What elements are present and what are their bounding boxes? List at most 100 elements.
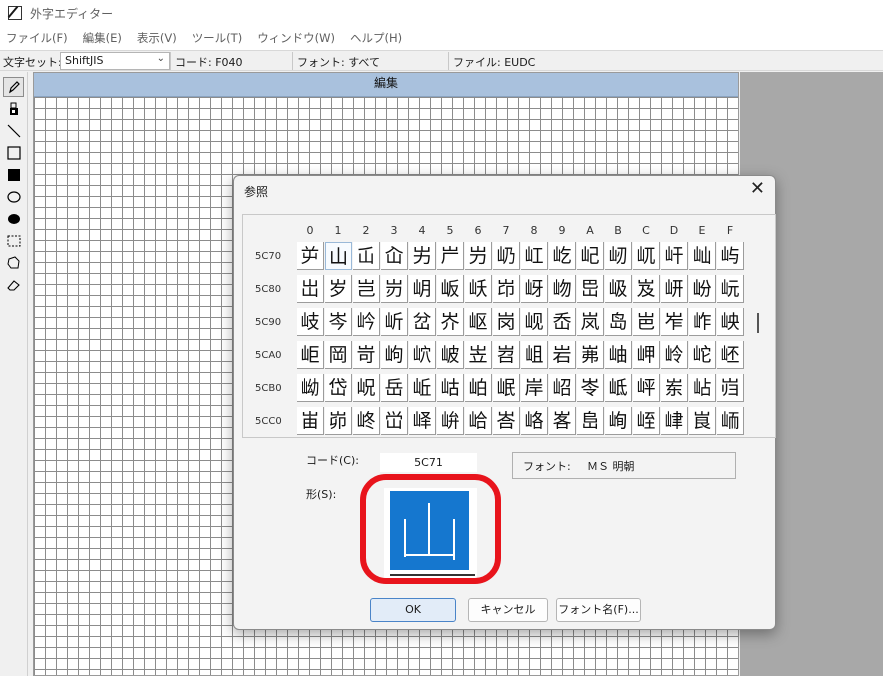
character-cell[interactable]: 屽: [661, 242, 688, 270]
character-cell[interactable]: 岣: [381, 341, 408, 369]
character-cell[interactable]: 屶: [465, 242, 492, 270]
character-cell[interactable]: 岑: [325, 308, 352, 336]
character-cell[interactable]: 岧: [493, 341, 520, 369]
character-cell[interactable]: 岺: [577, 374, 604, 402]
character-cell[interactable]: 岚: [577, 308, 604, 336]
character-cell[interactable]: 屺: [577, 242, 604, 270]
character-cell[interactable]: 峁: [325, 407, 352, 435]
character-cell[interactable]: 岱: [325, 374, 352, 402]
character-cell[interactable]: 岡: [325, 341, 352, 369]
filled-rectangle-tool[interactable]: [3, 165, 24, 185]
freeform-select-tool[interactable]: [3, 253, 24, 273]
character-cell[interactable]: 岒: [353, 308, 380, 336]
character-cell[interactable]: 屳: [381, 242, 408, 270]
character-cell[interactable]: 岗: [493, 308, 520, 336]
character-cell[interactable]: 屰: [297, 242, 324, 270]
character-cell[interactable]: 峊: [577, 407, 604, 435]
character-cell[interactable]: 屾: [689, 242, 716, 270]
character-cell[interactable]: 岳: [381, 374, 408, 402]
character-cell[interactable]: 岟: [717, 308, 744, 336]
character-cell[interactable]: 峎: [689, 407, 716, 435]
scrollbar-thumb[interactable]: [757, 313, 759, 333]
character-cell[interactable]: 岆: [465, 275, 492, 303]
menu-file[interactable]: ファイル(F): [6, 30, 68, 46]
character-cell[interactable]: 岊: [577, 275, 604, 303]
character-cell[interactable]: 屿: [717, 242, 744, 270]
character-cell[interactable]: 岨: [521, 341, 548, 369]
character-cell[interactable]: 岈: [521, 275, 548, 303]
character-cell[interactable]: 岝: [661, 308, 688, 336]
character-cell[interactable]: 岵: [437, 374, 464, 402]
character-cell[interactable]: 岏: [717, 275, 744, 303]
code-field[interactable]: 5C71: [380, 453, 477, 472]
character-cell[interactable]: 屷: [493, 242, 520, 270]
character-cell[interactable]: 峅: [437, 407, 464, 435]
character-cell[interactable]: 岫: [605, 341, 632, 369]
character-cell[interactable]: 岓: [381, 308, 408, 336]
character-cell[interactable]: 岂: [353, 275, 380, 303]
character-cell[interactable]: 峆: [465, 407, 492, 435]
character-cell[interactable]: 屵: [437, 242, 464, 270]
character-cell[interactable]: 岖: [465, 308, 492, 336]
ellipse-tool[interactable]: [3, 187, 24, 207]
character-cell[interactable]: 岬: [633, 341, 660, 369]
character-cell[interactable]: 屼: [633, 242, 660, 270]
brush-tool[interactable]: [3, 99, 24, 119]
ok-button[interactable]: OK: [370, 598, 456, 622]
character-cell[interactable]: 峋: [605, 407, 632, 435]
rectangle-tool[interactable]: [3, 143, 24, 163]
character-cell[interactable]: 岞: [689, 308, 716, 336]
charset-select[interactable]: ShiftJIS ⌄: [60, 52, 170, 70]
character-cell[interactable]: 岄: [409, 275, 436, 303]
character-cell[interactable]: 岽: [661, 374, 688, 402]
character-cell[interactable]: 岲: [353, 374, 380, 402]
character-cell[interactable]: 峌: [633, 407, 660, 435]
character-cell[interactable]: 屸: [521, 242, 548, 270]
character-cell[interactable]: 峂: [353, 407, 380, 435]
cancel-button[interactable]: キャンセル: [468, 598, 548, 622]
character-cell[interactable]: 岦: [465, 341, 492, 369]
character-cell[interactable]: 岶: [465, 374, 492, 402]
character-cell[interactable]: 岀: [297, 275, 324, 303]
character-cell[interactable]: 岃: [381, 275, 408, 303]
character-cell[interactable]: 岕: [437, 308, 464, 336]
character-cell[interactable]: 岼: [633, 374, 660, 402]
character-cell[interactable]: 峄: [409, 407, 436, 435]
character-cell[interactable]: 岋: [605, 275, 632, 303]
character-cell[interactable]: 岷: [493, 374, 520, 402]
character-cell[interactable]: 岇: [493, 275, 520, 303]
character-cell[interactable]: 屴: [409, 242, 436, 270]
menu-window[interactable]: ウィンドウ(W): [257, 30, 335, 46]
character-cell[interactable]: 屻: [605, 242, 632, 270]
character-cell[interactable]: 岁: [325, 275, 352, 303]
character-cell[interactable]: 峏: [717, 407, 744, 435]
character-cell[interactable]: 岔: [409, 308, 436, 336]
character-cell[interactable]: 岅: [437, 275, 464, 303]
character-cell[interactable]: 山: [325, 242, 352, 270]
character-cell[interactable]: 岭: [661, 341, 688, 369]
character-cell[interactable]: 岹: [549, 374, 576, 402]
menu-view[interactable]: 表示(V): [137, 30, 177, 46]
character-cell[interactable]: 岙: [549, 308, 576, 336]
eraser-tool[interactable]: [3, 275, 24, 295]
close-icon[interactable]: ✕: [750, 179, 765, 199]
character-cell[interactable]: 岉: [549, 275, 576, 303]
character-cell[interactable]: 峍: [661, 407, 688, 435]
character-cell[interactable]: 峀: [297, 407, 324, 435]
line-tool[interactable]: [3, 121, 24, 141]
rect-select-tool[interactable]: [3, 231, 24, 251]
character-cell[interactable]: 峃: [381, 407, 408, 435]
character-cell[interactable]: 峉: [549, 407, 576, 435]
character-cell[interactable]: 岸: [521, 374, 548, 402]
character-cell[interactable]: 岘: [521, 308, 548, 336]
menu-edit[interactable]: 編集(E): [83, 30, 122, 46]
character-cell[interactable]: 岤: [409, 341, 436, 369]
font-name-button[interactable]: フォント名(F)...: [556, 598, 641, 622]
character-cell[interactable]: 岴: [409, 374, 436, 402]
character-cell[interactable]: 岌: [633, 275, 660, 303]
character-cell[interactable]: 岾: [689, 374, 716, 402]
character-cell[interactable]: 岰: [297, 374, 324, 402]
character-cell[interactable]: 岩: [549, 341, 576, 369]
character-cell[interactable]: 屹: [549, 242, 576, 270]
character-cell[interactable]: 岠: [297, 341, 324, 369]
